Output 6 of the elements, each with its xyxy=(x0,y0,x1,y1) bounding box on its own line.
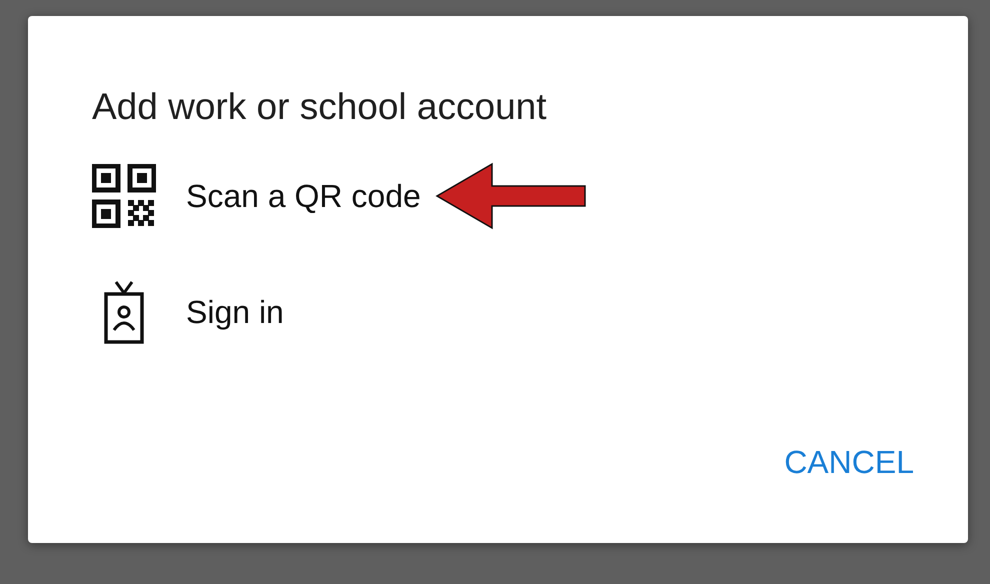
dialog-title: Add work or school account xyxy=(92,88,548,125)
qr-code-icon xyxy=(92,164,156,228)
option-label[interactable]: Sign in xyxy=(186,294,284,330)
id-badge-icon xyxy=(103,280,145,344)
option-label[interactable]: Scan a QR code xyxy=(186,178,421,214)
cancel-button[interactable]: CANCEL xyxy=(784,444,914,481)
